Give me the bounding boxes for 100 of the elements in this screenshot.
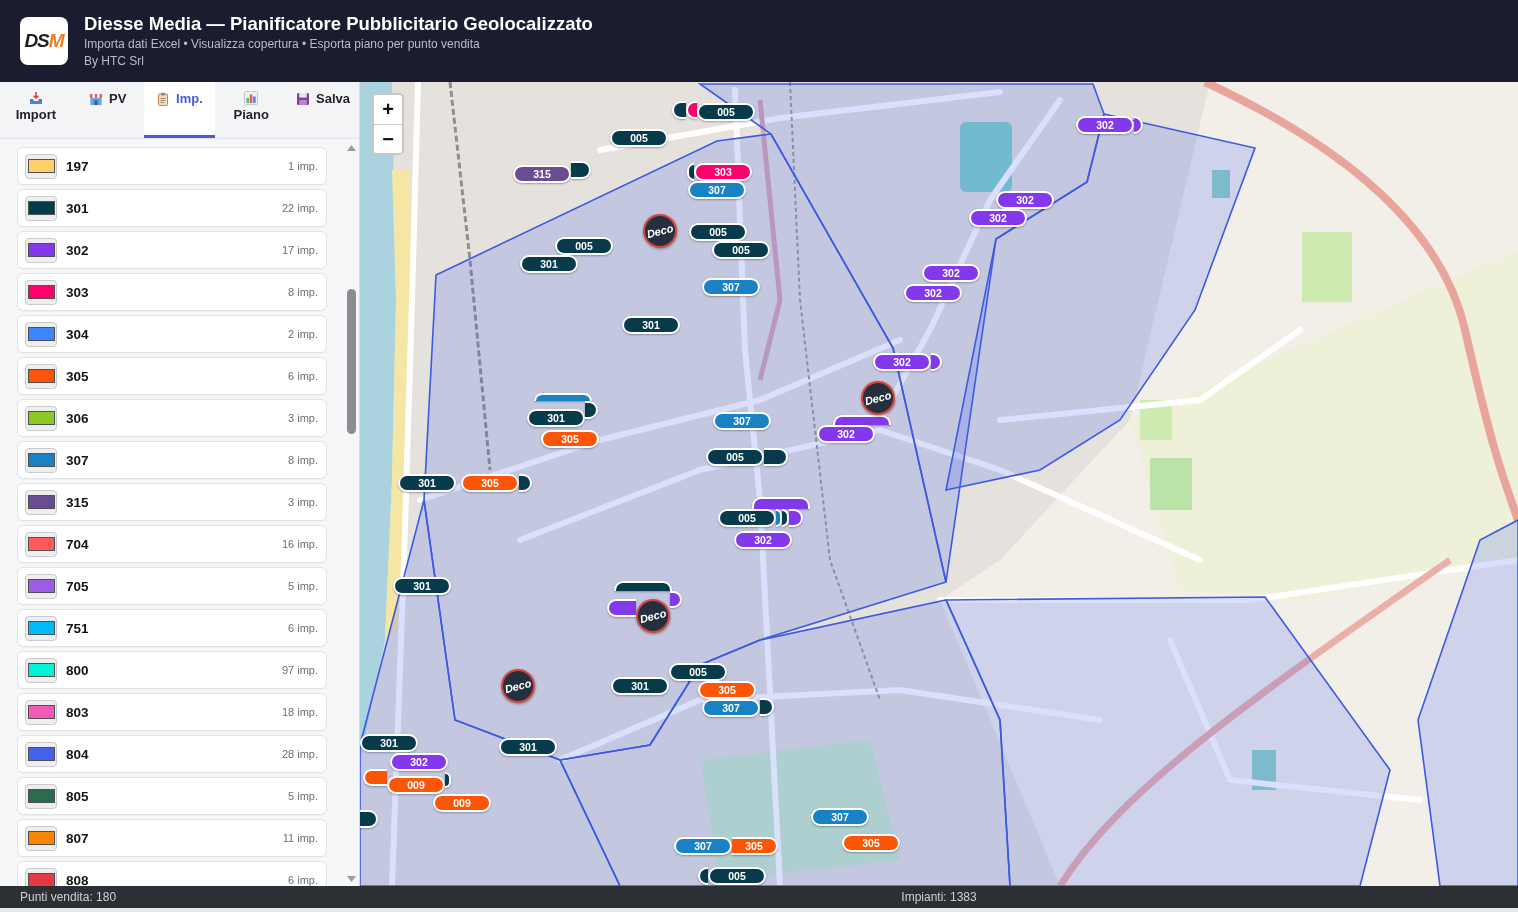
marker-pill-icon[interactable] bbox=[607, 599, 636, 617]
map-marker[interactable]: 302 bbox=[904, 284, 962, 302]
map-marker[interactable]: 302 bbox=[390, 753, 448, 771]
marker-pill-icon[interactable] bbox=[363, 769, 387, 786]
legend-card[interactable]: 301 22 imp. bbox=[17, 189, 327, 227]
color-picker[interactable] bbox=[25, 447, 57, 473]
map-marker[interactable]: 301 bbox=[622, 316, 680, 334]
color-picker[interactable] bbox=[25, 195, 57, 221]
legend-card[interactable]: 808 6 imp. bbox=[17, 861, 327, 886]
legend-card[interactable]: 705 5 imp. bbox=[17, 567, 327, 605]
map-marker[interactable]: 302 bbox=[922, 264, 980, 282]
map-marker[interactable]: 005 bbox=[610, 129, 668, 147]
map-marker[interactable]: 005 bbox=[689, 223, 747, 241]
map-marker[interactable]: 005 bbox=[712, 241, 770, 259]
color-picker[interactable] bbox=[25, 867, 57, 886]
map-marker[interactable]: 315 bbox=[513, 165, 571, 183]
implant-count: 22 imp. bbox=[281, 202, 318, 214]
color-picker[interactable] bbox=[25, 405, 57, 431]
map-marker[interactable]: 307 bbox=[713, 412, 771, 430]
color-picker[interactable] bbox=[25, 615, 57, 641]
legend-card[interactable]: 804 28 imp. bbox=[17, 735, 327, 773]
sidebar-tab[interactable]: Piano bbox=[215, 82, 288, 138]
color-picker[interactable] bbox=[25, 363, 57, 389]
map-marker[interactable]: 302 bbox=[817, 425, 875, 443]
map-marker[interactable]: 301 bbox=[527, 409, 585, 427]
map-marker[interactable]: 005 bbox=[669, 663, 727, 681]
color-picker[interactable] bbox=[25, 699, 57, 725]
scroll-up-icon[interactable] bbox=[346, 145, 356, 151]
map-marker[interactable]: 301 bbox=[398, 474, 456, 492]
sidebar-tab[interactable]: Import bbox=[0, 82, 72, 138]
legend-card[interactable]: 805 5 imp. bbox=[17, 777, 327, 815]
map-marker[interactable]: 301 bbox=[499, 738, 557, 756]
color-picker[interactable] bbox=[25, 489, 57, 515]
color-picker[interactable] bbox=[25, 783, 57, 809]
sidebar-tab[interactable]: Imp. bbox=[143, 82, 216, 138]
app-subtitle: Importa dati Excel • Visualizza copertura • Esporta piano per punto vendita bbox=[84, 36, 481, 53]
map-marker[interactable]: 005 bbox=[718, 509, 776, 527]
color-picker[interactable] bbox=[25, 531, 57, 557]
legend-card[interactable]: 303 8 imp. bbox=[17, 273, 327, 311]
marker-pill-icon[interactable] bbox=[670, 591, 682, 608]
legend-card[interactable]: 803 18 imp. bbox=[17, 693, 327, 731]
color-picker[interactable] bbox=[25, 153, 57, 179]
map-marker[interactable]: 301 bbox=[611, 677, 669, 695]
marker-pill-icon[interactable] bbox=[686, 101, 697, 119]
map-marker[interactable]: 301 bbox=[360, 734, 418, 752]
marker-pill-icon[interactable] bbox=[614, 581, 672, 591]
map-marker[interactable]: 005 bbox=[555, 237, 613, 255]
zoom-out-button[interactable]: − bbox=[374, 124, 402, 153]
marker-pill-icon[interactable] bbox=[931, 353, 942, 371]
map-marker[interactable]: 005 bbox=[697, 103, 755, 121]
legend-card[interactable]: 305 6 imp. bbox=[17, 357, 327, 395]
legend-card[interactable]: 704 16 imp. bbox=[17, 525, 327, 563]
legend-card[interactable]: 315 3 imp. bbox=[17, 483, 327, 521]
map-marker[interactable]: 302 bbox=[873, 353, 931, 371]
map-marker[interactable]: 303 bbox=[694, 163, 752, 181]
marker-pill-icon[interactable] bbox=[752, 497, 810, 509]
clipboard-icon bbox=[156, 92, 171, 106]
legend-card[interactable]: 304 2 imp. bbox=[17, 315, 327, 353]
sidebar-tab[interactable]: Salva bbox=[287, 82, 359, 138]
marker-pill-icon[interactable] bbox=[1134, 116, 1143, 134]
marker-pill-icon[interactable] bbox=[687, 163, 694, 181]
map-marker[interactable]: 302 bbox=[1076, 116, 1134, 134]
color-picker[interactable] bbox=[25, 279, 57, 305]
legend-card[interactable]: 306 3 imp. bbox=[17, 399, 327, 437]
color-picker[interactable] bbox=[25, 573, 57, 599]
map-marker[interactable]: 005 bbox=[708, 867, 766, 885]
legend-card[interactable]: 800 97 imp. bbox=[17, 651, 327, 689]
color-picker[interactable] bbox=[25, 825, 57, 851]
marker-pill-icon[interactable] bbox=[360, 810, 378, 828]
scroll-down-icon[interactable] bbox=[346, 876, 356, 882]
color-picker[interactable] bbox=[25, 657, 57, 683]
marker-pill-icon[interactable] bbox=[764, 448, 788, 466]
map-marker[interactable]: 307 bbox=[674, 837, 732, 855]
legend-code: 315 bbox=[66, 494, 90, 510]
map-marker[interactable]: 302 bbox=[969, 209, 1027, 227]
map-marker[interactable]: 301 bbox=[393, 577, 451, 595]
legend-card[interactable]: 302 17 imp. bbox=[17, 231, 327, 269]
map-marker[interactable]: 307 bbox=[688, 181, 746, 199]
marker-pill-icon[interactable] bbox=[760, 698, 774, 716]
marker-pill-icon[interactable] bbox=[534, 393, 592, 401]
legend-code: 305 bbox=[66, 368, 90, 384]
color-picker[interactable] bbox=[25, 237, 57, 263]
scrollbar-thumb[interactable] bbox=[346, 289, 356, 434]
legend-card[interactable]: 307 8 imp. bbox=[17, 441, 327, 479]
map-marker[interactable]: 301 bbox=[520, 255, 578, 273]
map-marker[interactable]: 307 bbox=[811, 808, 869, 826]
legend-card[interactable]: 807 11 imp. bbox=[17, 819, 327, 857]
legend-card[interactable]: 197 1 imp. bbox=[17, 147, 327, 185]
sidebar-tab[interactable]: PV bbox=[71, 82, 144, 138]
marker-pill-icon[interactable] bbox=[789, 509, 803, 527]
legend-card[interactable]: 751 6 imp. bbox=[17, 609, 327, 647]
marker-pill-icon[interactable] bbox=[571, 161, 591, 179]
color-picker[interactable] bbox=[25, 741, 57, 767]
map-marker[interactable]: 307 bbox=[702, 699, 760, 717]
map-marker[interactable]: 307 bbox=[702, 278, 760, 296]
marker-pill-icon[interactable] bbox=[445, 772, 451, 788]
map-marker[interactable]: 302 bbox=[996, 191, 1054, 209]
map-marker[interactable]: 302 bbox=[734, 531, 792, 549]
map-marker[interactable]: 005 bbox=[706, 448, 764, 466]
color-picker[interactable] bbox=[25, 321, 57, 347]
